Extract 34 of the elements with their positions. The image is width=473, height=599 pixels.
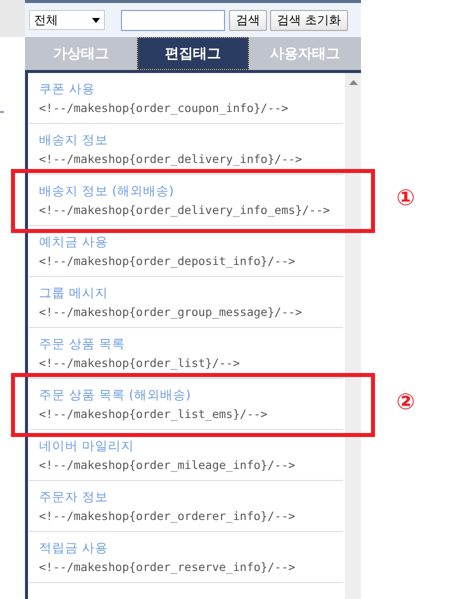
tag-code: <!--/makeshop{order_deposit_info}/--> (39, 254, 296, 268)
tag-title[interactable]: 배송지 정보 (해외배송) (39, 183, 343, 200)
scroll-up-icon (349, 80, 358, 85)
search-button[interactable]: 검색 (229, 10, 267, 30)
scope-dropdown[interactable]: 전체 (29, 10, 105, 30)
tab[interactable]: 편집태그 (137, 37, 249, 70)
tag-code: <!--/makeshop{order_delivery_info_ems}/--> (39, 203, 331, 217)
tag-code: <!--/makeshop{order_coupon_info}/--> (39, 101, 290, 115)
tag-title[interactable]: 그룹 메시지 (39, 285, 343, 302)
dropdown-arrow-icon (92, 18, 100, 22)
scrollbar[interactable] (345, 73, 361, 599)
search-field[interactable] (121, 10, 225, 30)
marker-icon (0, 111, 4, 113)
sidebar-background (0, 0, 25, 37)
tag-title[interactable]: 주문자 정보 (39, 489, 343, 506)
callout-number: ① (396, 186, 415, 211)
tag-title[interactable]: 쿠폰 사용 (39, 81, 343, 98)
tab[interactable]: 가상태그 (25, 37, 137, 70)
tag-title[interactable]: 네이버 마일리지 (39, 438, 343, 455)
tag-code: <!--/makeshop{order_mileage_info}/--> (39, 458, 296, 472)
tag-title[interactable]: 예치금 사용 (39, 234, 343, 251)
tag-title[interactable]: 적립금 사용 (39, 540, 343, 557)
tag-title[interactable]: 배송지 정보 (39, 132, 343, 149)
tag-code: <!--/makeshop{order_list_ems}/--> (39, 407, 268, 421)
tag-code: <!--/makeshop{order_orderer_info}/--> (39, 509, 296, 523)
callout-number: ② (396, 390, 415, 415)
tag-title[interactable]: 주문 상품 목록 (39, 336, 343, 353)
tag-code: <!--/makeshop{order_list}/--> (39, 356, 241, 370)
tag-code: <!--/makeshop{order_delivery_info}/--> (39, 152, 304, 166)
tag-title[interactable]: 주문 상품 목록 (해외배송) (39, 387, 343, 404)
reset-search-button[interactable]: 검색 초기화 (270, 10, 348, 30)
tab[interactable]: 사용자태그 (249, 37, 361, 70)
tag-code: <!--/makeshop{order_group_message}/--> (39, 305, 304, 319)
tag-code: <!--/makeshop{order_reserve_info}/--> (39, 560, 296, 574)
